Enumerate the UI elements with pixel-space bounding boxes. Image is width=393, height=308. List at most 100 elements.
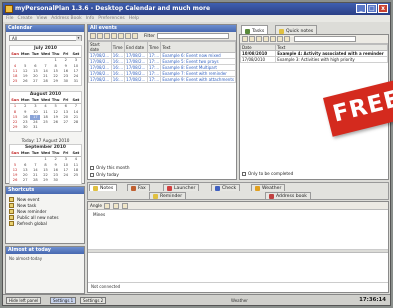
checkbox-icon[interactable] — [90, 166, 94, 170]
search-icon[interactable] — [277, 36, 283, 42]
tab-quick-notes[interactable]: Quick notes — [275, 25, 318, 34]
calendar-day[interactable]: 30 — [20, 125, 30, 130]
notes-preview[interactable] — [88, 253, 388, 283]
minimize-button[interactable]: _ — [356, 4, 366, 13]
col-time[interactable]: Time — [110, 41, 126, 53]
table-row[interactable]: 10/08/2010 Example 4: Activity associated… — [239, 50, 388, 57]
menu-preferences[interactable]: Preferences — [98, 16, 124, 21]
calendar-day[interactable]: 24 — [61, 173, 71, 178]
calendar-day[interactable]: 25 — [10, 79, 20, 84]
month-grid[interactable]: Sun Mon Tue Wed Thu Fri Sat 1 2 3 4 5 6 7 8 9 10 11 12 13 14… — [10, 52, 81, 85]
menu-info[interactable]: Info — [86, 16, 95, 21]
calendar-day[interactable]: 25 — [71, 173, 81, 178]
hide-left-panel-button[interactable]: Hide left panel — [6, 297, 42, 304]
menu-create[interactable]: Create — [18, 16, 33, 21]
search-icon[interactable] — [125, 33, 131, 39]
col-start-date[interactable]: Start date — [88, 41, 112, 53]
task-icon — [9, 202, 14, 208]
month-calendar: August 2010 Sun Mon Tue Wed Thu Fri Sat 1 2 3 4 5 6 7… — [9, 91, 82, 132]
export-icon[interactable] — [132, 33, 138, 39]
menu-address-book[interactable]: Address Book — [51, 16, 82, 21]
tab-notes[interactable]: Notes — [89, 184, 118, 191]
window-controls: _ □ x — [356, 4, 388, 13]
bell-icon — [9, 208, 14, 214]
save-icon[interactable] — [103, 202, 110, 209]
events-table: Start date Time End date Time Text 17/08… — [88, 41, 236, 83]
option-only-uncompleted[interactable]: Only to be completed — [242, 171, 293, 176]
check-icon — [215, 186, 220, 191]
copy-icon[interactable] — [263, 36, 269, 42]
edit-icon[interactable] — [112, 202, 119, 209]
checkbox-icon[interactable] — [242, 172, 246, 176]
settings-2-button[interactable]: Settings 2 — [80, 297, 107, 304]
delete-icon[interactable] — [104, 33, 110, 39]
print-icon[interactable] — [118, 33, 124, 39]
launcher-icon — [167, 186, 172, 191]
month-calendar: July 2010 Sun Mon Tue Wed Thu Fri Sat 1 2 3 4 5 6 7 8 9… — [9, 45, 82, 86]
checkbox-icon[interactable] — [90, 173, 94, 177]
calendar-day[interactable]: 26 — [20, 79, 30, 84]
calendar-day[interactable]: 29 — [40, 178, 50, 183]
delete-icon[interactable] — [256, 36, 262, 42]
table-row[interactable]: 17/08/2... 16:... 17/08/2... 17:... Example … — [88, 76, 236, 83]
calendar-day[interactable]: 28 — [71, 120, 81, 125]
edit-icon[interactable] — [249, 36, 255, 42]
calendar-day[interactable]: 27 — [20, 178, 30, 183]
table-row[interactable]: 17/08/2010 Example 3: Activities with hig… — [239, 56, 388, 63]
export-icon[interactable] — [284, 36, 290, 42]
calendar-day[interactable]: 26 — [51, 120, 61, 125]
print-icon[interactable] — [270, 36, 276, 42]
calendar-day[interactable]: 29 — [51, 79, 61, 84]
calendar-filter-select[interactable]: All ▾ — [9, 35, 82, 41]
tab-fax[interactable]: Fax — [127, 184, 150, 191]
menu-file[interactable]: File — [6, 16, 14, 21]
shortcut-refresh[interactable]: Refresh global — [6, 220, 84, 226]
col-end-date[interactable]: End date — [124, 41, 148, 53]
filter-input[interactable] — [156, 33, 229, 39]
tasks-filter-input[interactable] — [294, 36, 356, 42]
notes-textarea[interactable]: Mines — [88, 210, 388, 250]
month-grid[interactable]: Sun Mon Tue Wed Thu Fri Sat 1 2 3 4 5 6 7 8 9 10 11 12 13 14… — [10, 98, 81, 131]
month-grid[interactable]: Sun Mon Tue Wed Thu Fri Sat 1 2 3 4 5 6 7 8 9 10 11 12 13 14… — [10, 151, 81, 184]
calendar-day[interactable]: 28 — [30, 178, 40, 183]
tab-address-book[interactable]: Address book — [265, 192, 311, 199]
calendar-day[interactable]: 31 — [30, 125, 40, 130]
calendar-panel: Calendar All ▾ July 2010 Sun Mon Tue Wed Thu F… — [5, 24, 85, 185]
edit-icon[interactable] — [97, 33, 103, 39]
events-toolbar: Filter — [88, 32, 236, 41]
col-time[interactable]: Time — [146, 41, 162, 53]
menu-view[interactable]: View — [36, 16, 47, 21]
bell-icon — [153, 194, 158, 199]
tab-launcher[interactable]: Launcher — [163, 184, 200, 191]
close-button[interactable]: x — [378, 4, 388, 13]
maximize-button[interactable]: □ — [367, 4, 377, 13]
today-label: Today: 17 August 2010 — [21, 138, 70, 143]
option-only-month[interactable]: Only this month — [90, 165, 130, 170]
task-icon — [245, 28, 250, 34]
col-text[interactable]: Text — [160, 41, 236, 53]
new-task-icon[interactable] — [242, 36, 248, 42]
calendar-day[interactable]: 26 — [10, 178, 20, 183]
menu-help[interactable]: Help — [129, 16, 139, 21]
tab-weather[interactable]: Weather — [251, 184, 286, 191]
calendar-day[interactable]: 30 — [51, 178, 61, 183]
chevron-down-icon[interactable]: ▾ — [76, 36, 81, 41]
calendar-day[interactable]: 31 — [71, 79, 81, 84]
copy-icon[interactable] — [111, 33, 117, 39]
calendar-day[interactable]: 25 — [40, 120, 50, 125]
tab-tasks[interactable]: Tasks — [241, 25, 269, 34]
status-bar: Hide left panel Settings 1 Settings 2 We… — [3, 294, 390, 305]
calendar-day[interactable]: 30 — [61, 79, 71, 84]
note-icon — [93, 186, 98, 191]
settings-1-button[interactable]: Settings 1 — [50, 297, 77, 304]
calendar-day[interactable]: 29 — [10, 125, 20, 130]
calendar-day[interactable]: 27 — [30, 79, 40, 84]
tab-check[interactable]: Check — [211, 184, 241, 191]
tab-reminder[interactable]: Reminder — [149, 192, 187, 199]
delete-icon[interactable] — [121, 202, 128, 209]
calendar-day[interactable]: 28 — [40, 79, 50, 84]
new-event-icon[interactable] — [90, 33, 96, 39]
option-only-today[interactable]: Only today — [90, 172, 119, 177]
month-calendar: September 2010 Sun Mon Tue Wed Thu Fri Sat 1 2 3 4… — [9, 144, 82, 185]
calendar-day[interactable]: 27 — [61, 120, 71, 125]
